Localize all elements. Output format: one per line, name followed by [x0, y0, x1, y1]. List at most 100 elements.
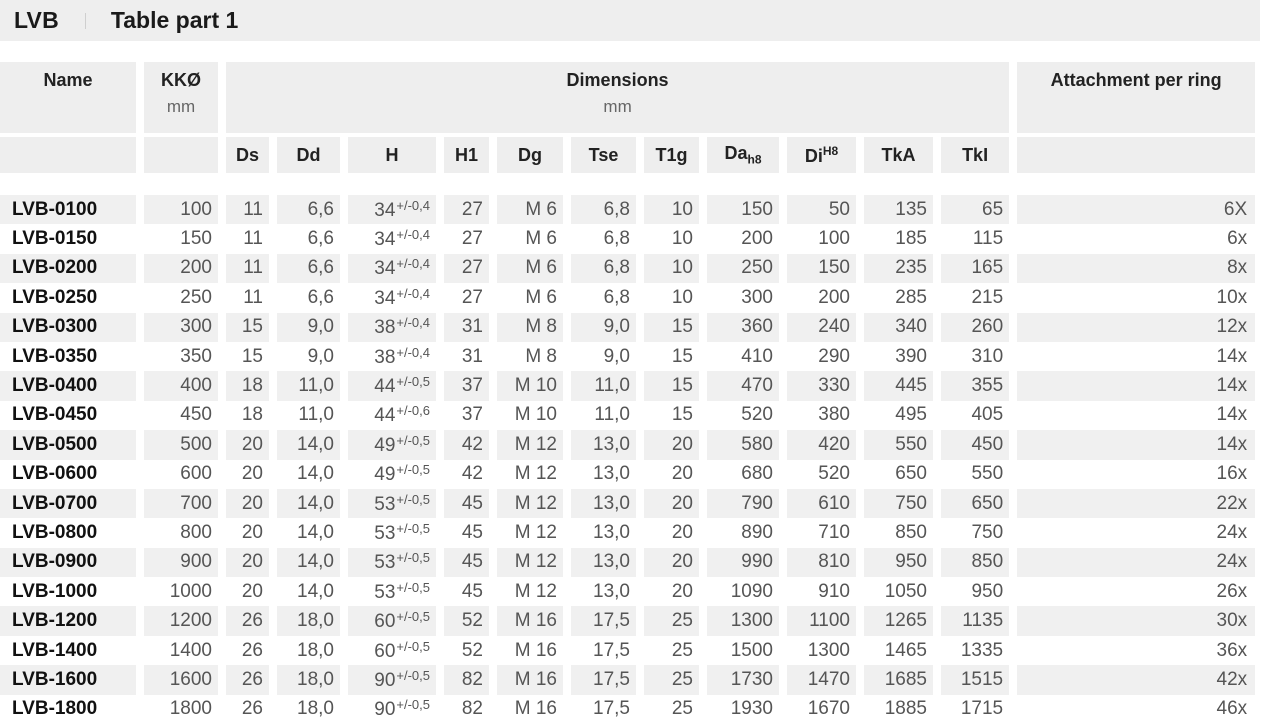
- cell-h: 34+/-0,4: [348, 283, 436, 313]
- cell-ds: 20: [226, 430, 269, 460]
- cell-ds: 15: [226, 341, 269, 372]
- cell-tki: 950: [941, 577, 1010, 607]
- cell-tka: 1050: [864, 577, 933, 607]
- cell-h1: 37: [444, 371, 489, 401]
- cell-tse: 17,5: [571, 694, 636, 724]
- cell-tka: 340: [864, 312, 933, 342]
- cell-dg: M 8: [497, 312, 563, 342]
- cell-h-tolerance: +/-0,5: [396, 491, 430, 507]
- cell-dd: 18,0: [277, 606, 340, 636]
- col-header-attachment: Attachment per ring: [1017, 62, 1256, 133]
- cell-tka: 650: [864, 459, 933, 489]
- cell-tka: 550: [864, 430, 933, 460]
- cell-tki: 310: [941, 341, 1010, 372]
- cell-att: 14x: [1017, 371, 1256, 401]
- title-bar: LVB Table part 1: [0, 0, 1260, 41]
- cell-kk: 1800: [144, 694, 218, 724]
- cell-att: 30x: [1017, 606, 1256, 636]
- cell-kk: 500: [144, 430, 218, 460]
- cell-kk: 200: [144, 253, 218, 284]
- cell-h1: 27: [444, 224, 489, 254]
- header-row-columns: Ds Dd H H1 Dg Tse T1g Dah8 DiH8 TkA TkI: [0, 137, 1256, 173]
- cell-t1g: 20: [644, 430, 699, 460]
- page-subtitle: Table part 1: [110, 7, 239, 33]
- table-row: LVB-1200 1200 26 18,0 60+/-0,5 52 M 16 17,5 25 13…: [0, 606, 1256, 636]
- cell-dg: M 12: [497, 547, 563, 578]
- cell-h-value: 60: [374, 640, 396, 662]
- cell-tki: 215: [941, 283, 1010, 313]
- cell-tki: 65: [941, 195, 1010, 225]
- cell-di: 290: [787, 341, 856, 372]
- cell-t1g: 20: [644, 459, 699, 489]
- cell-di: 1300: [787, 635, 856, 666]
- cell-da: 250: [707, 253, 779, 284]
- cell-da: 1300: [707, 606, 779, 636]
- cell-dd: 9,0: [277, 341, 340, 372]
- cell-name: LVB-1200: [0, 606, 136, 636]
- cell-att: 14x: [1017, 341, 1256, 372]
- cell-h1: 45: [444, 518, 489, 548]
- cell-h: 60+/-0,5: [348, 635, 436, 666]
- cell-dg: M 12: [497, 430, 563, 460]
- cell-tse: 13,0: [571, 547, 636, 578]
- cell-dg: M 8: [497, 341, 563, 372]
- table-row: LVB-0600 600 20 14,0 49+/-0,5 42 M 12 13,0 20 680…: [0, 459, 1256, 489]
- col-header-h: H: [348, 137, 436, 173]
- cell-kk: 250: [144, 283, 218, 313]
- table-row: LVB-0250 250 11 6,6 34+/-0,4 27 M 6 6,8 10 300 200…: [0, 283, 1256, 313]
- cell-tka: 495: [864, 400, 933, 431]
- cell-t1g: 25: [644, 665, 699, 695]
- cell-da: 300: [707, 283, 779, 313]
- cell-tse: 6,8: [571, 195, 636, 225]
- col-header-blank-name: [0, 137, 136, 173]
- col-header-t1g: T1g: [644, 137, 699, 173]
- col-header-h1: H1: [444, 137, 489, 173]
- cell-h: 38+/-0,4: [348, 312, 436, 342]
- cell-h1: 52: [444, 635, 489, 666]
- cell-att: 10x: [1017, 283, 1256, 313]
- cell-dd: 14,0: [277, 430, 340, 460]
- cell-dg: M 6: [497, 283, 563, 313]
- cell-h-tolerance: +/-0,5: [396, 520, 430, 536]
- cell-di: 520: [787, 459, 856, 489]
- cell-tka: 1465: [864, 635, 933, 666]
- cell-tka: 185: [864, 224, 933, 254]
- cell-h: 90+/-0,5: [348, 665, 436, 695]
- table-row: LVB-0900 900 20 14,0 53+/-0,5 45 M 12 13,0 20 990…: [0, 547, 1256, 578]
- cell-tka: 235: [864, 253, 933, 284]
- cell-h: 90+/-0,5: [348, 694, 436, 724]
- cell-h-value: 34: [374, 287, 396, 309]
- cell-da: 470: [707, 371, 779, 401]
- cell-h-value: 53: [374, 493, 396, 515]
- cell-tse: 13,0: [571, 577, 636, 607]
- cell-ds: 11: [226, 253, 269, 284]
- cell-att: 42x: [1017, 665, 1256, 695]
- cell-h: 34+/-0,4: [348, 224, 436, 254]
- cell-dd: 14,0: [277, 518, 340, 548]
- cell-dg: M 16: [497, 665, 563, 695]
- cell-name: LVB-0800: [0, 518, 136, 548]
- cell-di: 710: [787, 518, 856, 548]
- col-header-tka: TkA: [864, 137, 933, 173]
- col-header-da: Dah8: [707, 137, 779, 173]
- cell-ds: 26: [226, 665, 269, 695]
- cell-dg: M 16: [497, 635, 563, 666]
- cell-h: 53+/-0,5: [348, 547, 436, 578]
- cell-kk: 300: [144, 312, 218, 342]
- cell-h-value: 49: [374, 464, 396, 486]
- cell-name: LVB-0300: [0, 312, 136, 342]
- cell-tki: 450: [941, 430, 1010, 460]
- cell-da: 990: [707, 547, 779, 578]
- cell-h-tolerance: +/-0,4: [396, 227, 430, 243]
- cell-da: 200: [707, 224, 779, 254]
- cell-name: LVB-0900: [0, 547, 136, 578]
- cell-tki: 550: [941, 459, 1010, 489]
- cell-h1: 37: [444, 400, 489, 431]
- cell-h1: 52: [444, 606, 489, 636]
- cell-ds: 20: [226, 459, 269, 489]
- cell-tse: 13,0: [571, 459, 636, 489]
- cell-di: 150: [787, 253, 856, 284]
- cell-di: 380: [787, 400, 856, 431]
- cell-tka: 750: [864, 488, 933, 519]
- cell-name: LVB-1800: [0, 694, 136, 724]
